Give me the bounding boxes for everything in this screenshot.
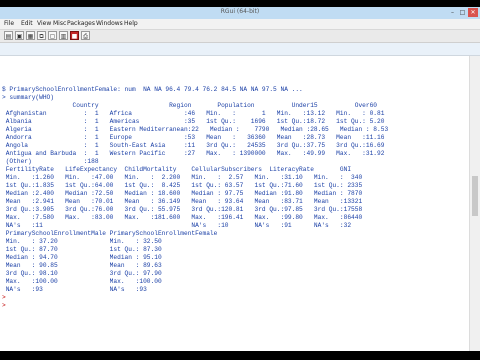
menu-help[interactable]: Help	[124, 20, 138, 27]
close-icon[interactable]: ✕	[468, 8, 478, 17]
save-icon[interactable]: ▦	[26, 31, 35, 40]
title-bar: RGui (64-bit) – □ ✕	[0, 7, 480, 19]
console-line: Min. :1.260 Min. :47.00 Min. : 2.200 Min…	[2, 174, 363, 181]
console-line: 3rd Qu.: 98.10 3rd Qu.: 97.90	[2, 270, 162, 277]
console-line: Min. : 37.20 Min. : 32.50	[2, 238, 162, 245]
console-line: Algeria : 1 Eastern Mediterranean:22 Med…	[2, 126, 389, 133]
console-line: NA's :11 NA's :10 NA's :91 NA's :32	[2, 222, 352, 229]
menu-misc[interactable]: Misc	[53, 20, 66, 27]
r-console[interactable]: $ PrimarySchoolEnrollmentFemale: num NA …	[0, 56, 470, 351]
window-title: RGui (64-bit)	[220, 8, 260, 15]
menu-file[interactable]: File	[4, 20, 14, 27]
console-line: FertilityRate LifeExpectancy ChildMortal…	[2, 166, 352, 173]
console-prompt[interactable]: >	[2, 302, 6, 309]
open-icon[interactable]: ▤	[4, 31, 13, 40]
menu-windows[interactable]: Windows	[96, 20, 123, 27]
console-line: 1st Qu.:1.835 1st Qu.:64.00 1st Qu.: 8.4…	[2, 182, 363, 189]
menu-packages[interactable]: Packages	[67, 20, 95, 27]
console-line: Angola : 1 South-East Asia :11 3rd Qu.: …	[2, 142, 385, 149]
copy-icon[interactable]: ⧉	[37, 31, 46, 40]
vertical-scrollbar[interactable]	[469, 56, 480, 351]
paste-icon[interactable]: ▢	[48, 31, 57, 40]
print-icon[interactable]: ⎙	[81, 31, 90, 40]
console-line: Median : 94.70 Median : 95.10	[2, 254, 162, 261]
console-line: NA's :93 NA's :93	[2, 286, 147, 293]
maximize-icon[interactable]: □	[458, 8, 467, 17]
rgui-window: RGui (64-bit) – □ ✕ File Edit View Misc …	[0, 7, 480, 351]
console-line: Max. :7.580 Max. :83.00 Max. :181.600 Ma…	[2, 214, 363, 221]
toolbar: ▤ ▣ ▦ ⧉ ▢ ▥ ■ ⎙	[0, 30, 480, 43]
console-line: Country Region Population Under15 Over60	[2, 102, 378, 109]
console-line: Max. :100.00 Max. :100.00	[2, 278, 162, 285]
console-line: Antigua and Barbuda : 1 Western Pacific …	[2, 150, 385, 157]
console-line: Albania : 1 Americas :35 1st Qu.: 1696 1…	[2, 118, 385, 125]
load-icon[interactable]: ▣	[15, 31, 24, 40]
console-line: 1st Qu.: 87.70 1st Qu.: 87.30	[2, 246, 162, 253]
console-line: Median :2.400 Median :72.50 Median : 18.…	[2, 190, 363, 197]
menu-bar: File Edit View Misc Packages Windows Hel…	[0, 19, 480, 30]
menu-view[interactable]: View	[37, 20, 51, 27]
letterbox-bottom	[0, 351, 480, 360]
copy-paste-icon[interactable]: ▥	[59, 31, 68, 40]
console-line: $ PrimarySchoolEnrollmentFemale: num NA …	[2, 86, 303, 93]
console-prompt: >	[2, 294, 6, 301]
console-line: PrimarySchoolEnrollmentMale PrimarySchoo…	[2, 230, 218, 237]
minimize-icon[interactable]: –	[448, 8, 457, 17]
menu-edit[interactable]: Edit	[21, 20, 33, 27]
scrollbar-thumb[interactable]	[472, 176, 478, 216]
console-line: Afghanistan : 1 Africa :46 Min. : 1 Min.…	[2, 110, 385, 117]
stop-icon[interactable]: ■	[70, 31, 79, 40]
console-line: 3rd Qu.:3.905 3rd Qu.:76.00 3rd Qu.: 55.…	[2, 206, 363, 213]
console-line: Andorra : 1 Europe :53 Mean : 36360 Mean…	[2, 134, 385, 141]
console-header	[0, 43, 480, 55]
console-line: (Other) :188	[2, 158, 99, 165]
video-frame: RGui (64-bit) – □ ✕ File Edit View Misc …	[0, 0, 480, 360]
console-line: > summary(WHO)	[2, 94, 54, 101]
console-line: Mean :2.941 Mean :70.01 Mean : 36.149 Me…	[2, 198, 363, 205]
console-line: Mean : 90.85 Mean : 89.63	[2, 262, 162, 269]
